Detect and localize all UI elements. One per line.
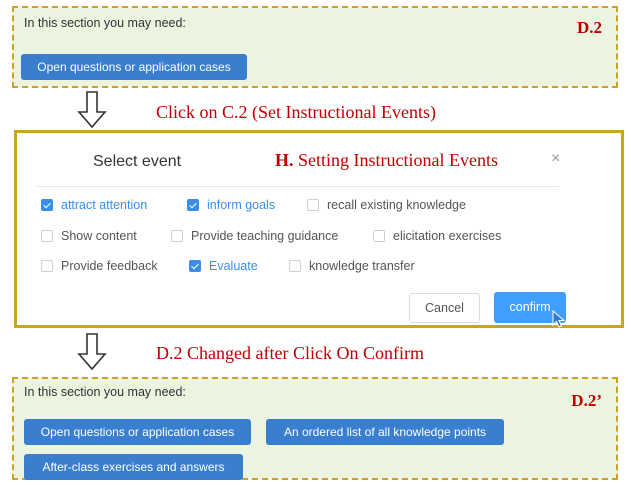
option-label: elicitation exercises <box>393 229 502 243</box>
open-questions-button[interactable]: Open questions or application cases <box>21 54 247 80</box>
checkbox[interactable] <box>307 199 319 211</box>
checkbox[interactable] <box>41 199 53 211</box>
checkbox[interactable] <box>187 199 199 211</box>
open-questions-button[interactable]: Open questions or application cases <box>24 419 251 445</box>
option-elicitation-exercises[interactable]: elicitation exercises <box>373 229 501 243</box>
close-icon[interactable]: × <box>551 150 560 168</box>
option-label: inform goals <box>207 198 276 212</box>
option-inform-goals[interactable]: inform goals <box>187 198 275 212</box>
down-arrow-icon <box>77 333 107 371</box>
checkbox[interactable] <box>41 230 53 242</box>
option-label: Evaluate <box>209 259 258 273</box>
annotation-text: Setting Instructional Events <box>293 150 498 170</box>
section-panel-after: In this section you may need: D.2’ Open … <box>12 377 618 480</box>
option-recall-existing-knowledge[interactable]: recall existing knowledge <box>307 198 466 212</box>
panel-tag: D.2 <box>576 18 602 37</box>
checkbox[interactable] <box>189 260 201 272</box>
checkbox[interactable] <box>289 260 301 272</box>
cancel-button[interactable]: Cancel <box>409 293 480 323</box>
divider <box>37 186 559 187</box>
option-knowledge-transfer[interactable]: knowledge transfer <box>289 259 415 273</box>
option-provide-feedback[interactable]: Provide feedback <box>41 259 158 273</box>
knowledge-points-list-button[interactable]: An ordered list of all knowledge points <box>266 419 504 445</box>
option-label: Show content <box>61 229 137 243</box>
option-attract-attention[interactable]: attract attention <box>41 198 147 212</box>
option-teaching-guidance[interactable]: Provide teaching guidance <box>171 229 338 243</box>
annotation-label: H. <box>275 150 294 170</box>
option-show-content[interactable]: Show content <box>41 229 137 243</box>
option-label: knowledge transfer <box>309 259 415 273</box>
caption-step-2: D.2 Changed after Click On Confirm <box>156 343 424 363</box>
option-label: attract attention <box>61 198 148 212</box>
mouse-pointer-icon <box>552 310 566 328</box>
option-label: Provide teaching guidance <box>191 229 339 243</box>
panel-hint: In this section you may need: <box>24 385 186 399</box>
after-class-exercises-button[interactable]: After-class exercises and answers <box>24 454 243 480</box>
option-label: recall existing knowledge <box>327 198 466 212</box>
select-event-dialog: Select event H. Setting Instructional Ev… <box>14 130 624 328</box>
checkbox[interactable] <box>373 230 385 242</box>
panel-tag: D.2’ <box>571 391 602 410</box>
panel-hint: In this section you may need: <box>24 16 186 30</box>
caption-step-1: Click on C.2 (Set Instructional Events) <box>156 102 436 122</box>
option-label: Provide feedback <box>61 259 158 273</box>
down-arrow-icon <box>77 91 107 129</box>
dialog-annotation: H. Setting Instructional Events <box>275 150 498 171</box>
checkbox[interactable] <box>171 230 183 242</box>
option-evaluate[interactable]: Evaluate <box>189 259 258 273</box>
checkbox[interactable] <box>41 260 53 272</box>
dialog-title: Select event <box>93 153 182 170</box>
section-panel-before: In this section you may need: D.2 Open q… <box>12 6 618 88</box>
